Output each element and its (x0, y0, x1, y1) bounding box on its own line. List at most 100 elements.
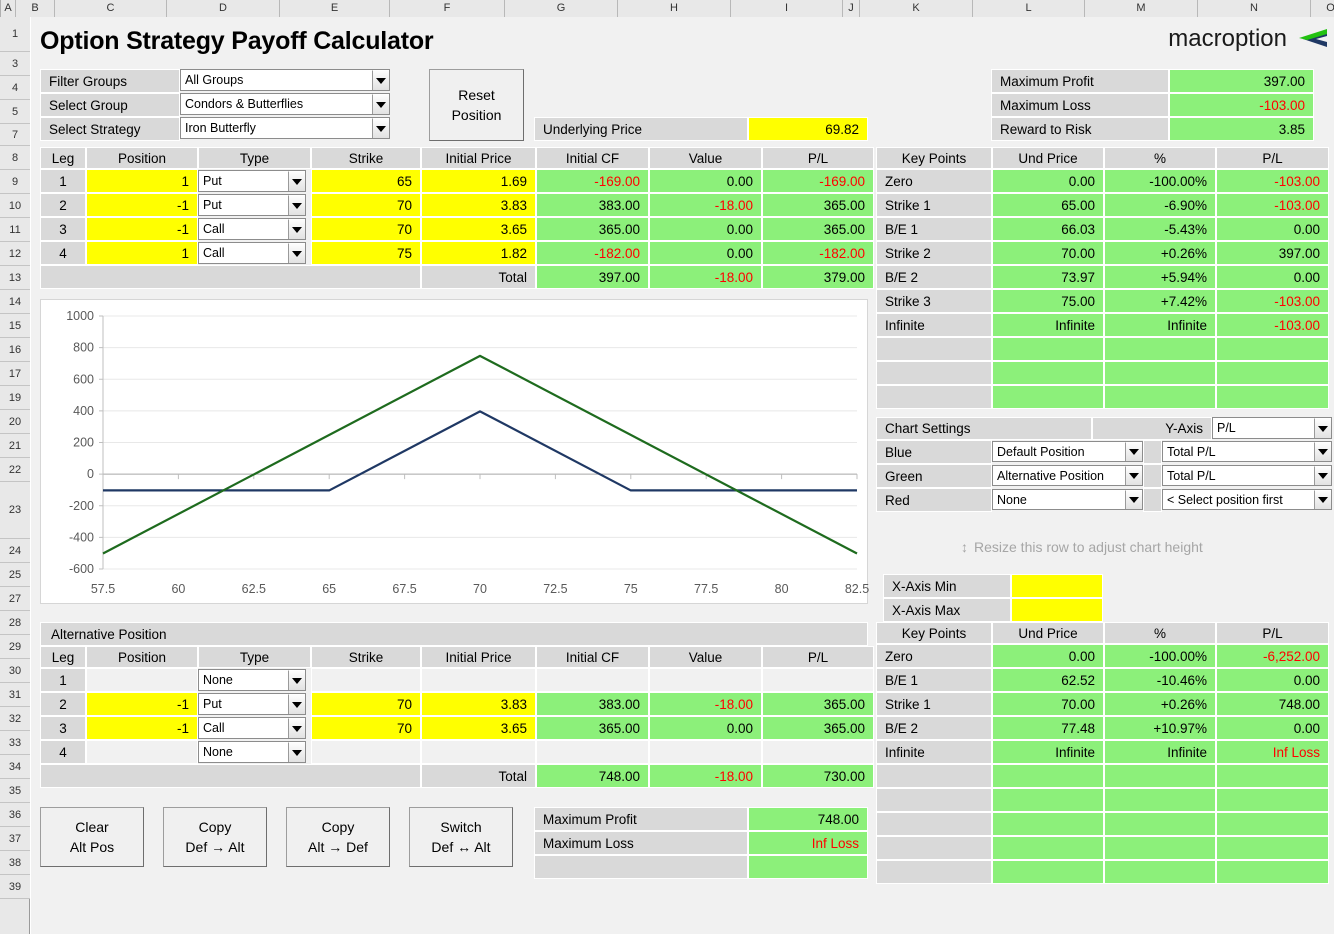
chevron-down-icon[interactable] (1125, 466, 1142, 485)
chevron-down-icon[interactable] (288, 219, 305, 239)
chevron-down-icon[interactable] (1125, 490, 1142, 509)
row-header-25[interactable]: 25 (0, 563, 30, 587)
position-row-0-type-dropdown[interactable]: Put (198, 170, 306, 192)
position-row-3-type-dropdown[interactable]: Call (198, 242, 306, 264)
action-button-1[interactable]: Copy Def → Alt (163, 807, 267, 867)
alt-position-row-0-type-dropdown[interactable]: None (198, 669, 306, 691)
position-row-1-initial-price[interactable]: 3.83 (421, 193, 536, 217)
chevron-down-icon[interactable] (288, 742, 305, 762)
column-header-e[interactable]: E (280, 0, 390, 17)
row-header-16[interactable]: 16 (0, 338, 30, 362)
row-header-22[interactable]: 22 (0, 458, 30, 482)
row-header-21[interactable]: 21 (0, 434, 30, 458)
position-row-0-strike[interactable]: 65 (311, 169, 421, 193)
y-axis-dropdown[interactable]: P/L (1212, 417, 1332, 439)
position-row-0-initial-price[interactable]: 1.69 (421, 169, 536, 193)
alt-position-row-1-initial-price[interactable]: 3.83 (421, 692, 536, 716)
action-button-0[interactable]: Clear Alt Pos (40, 807, 144, 867)
row-header-13[interactable]: 13 (0, 266, 30, 290)
position-row-1-strike[interactable]: 70 (311, 193, 421, 217)
alt-position-row-1-strike[interactable]: 70 (311, 692, 421, 716)
column-header-b[interactable]: B (16, 0, 55, 17)
payoff-chart[interactable]: -600 -400 -200 0 200 400 600 800 1000 57.5 60 62.5 6… (40, 299, 869, 604)
row-header-30[interactable]: 30 (0, 659, 30, 683)
select-all-corner[interactable] (0, 0, 1, 17)
position-row-0-position[interactable]: 1 (86, 169, 198, 193)
position-row-3-initial-price[interactable]: 1.82 (421, 241, 536, 265)
action-button-3[interactable]: Switch Def ↔ Alt (409, 807, 513, 867)
row-header-38[interactable]: 38 (0, 851, 30, 875)
chart-settings-position-dropdown-1[interactable]: Alternative Position (992, 465, 1143, 486)
column-header-f[interactable]: F (390, 0, 505, 17)
alt-position-row-2-position[interactable]: -1 (86, 716, 198, 740)
row-header-1[interactable]: 1 (0, 17, 30, 52)
chevron-down-icon[interactable] (1314, 490, 1331, 509)
chevron-down-icon[interactable] (288, 171, 305, 191)
row-header-4[interactable]: 4 (0, 76, 30, 100)
alt-position-row-3-type-dropdown[interactable]: None (198, 741, 306, 763)
position-row-2-strike[interactable]: 70 (311, 217, 421, 241)
action-button-2[interactable]: Copy Alt → Def (286, 807, 390, 867)
row-header-27[interactable]: 27 (0, 587, 30, 611)
alt-position-row-1-position[interactable]: -1 (86, 692, 198, 716)
column-header-o[interactable]: O (1311, 0, 1334, 17)
alt-position-row-2-type-dropdown[interactable]: Call (198, 717, 306, 739)
alt-position-row-0-strike[interactable] (311, 668, 421, 692)
row-header-28[interactable]: 28 (0, 611, 30, 635)
row-header-7[interactable]: 7 (0, 124, 30, 146)
column-header-n[interactable]: N (1198, 0, 1311, 17)
row-header-35[interactable]: 35 (0, 779, 30, 803)
x-axis-max-input[interactable] (1011, 598, 1103, 622)
chevron-down-icon[interactable] (288, 718, 305, 738)
chart-settings-series-dropdown-2[interactable]: < Select position first (1162, 489, 1332, 510)
chart-settings-position-dropdown-2[interactable]: None (992, 489, 1143, 510)
row-header-39[interactable]: 39 (0, 875, 30, 899)
chevron-down-icon[interactable] (1314, 466, 1331, 485)
row-header-33[interactable]: 33 (0, 731, 30, 755)
position-row-2-type-dropdown[interactable]: Call (198, 218, 306, 240)
row-header-24[interactable]: 24 (0, 539, 30, 563)
alt-position-row-3-position[interactable] (86, 740, 198, 764)
row-header-36[interactable]: 36 (0, 803, 30, 827)
underlying-price-input[interactable]: 69.82 (748, 117, 868, 141)
column-header-l[interactable]: L (973, 0, 1085, 17)
position-row-2-position[interactable]: -1 (86, 217, 198, 241)
chevron-down-icon[interactable] (1314, 418, 1331, 438)
row-header-17[interactable]: 17 (0, 362, 30, 386)
alt-position-row-0-initial-price[interactable] (421, 668, 536, 692)
alt-position-row-3-initial-price[interactable] (421, 740, 536, 764)
row-header-19[interactable]: 19 (0, 386, 30, 410)
filter-groups-dropdown[interactable]: All Groups (180, 69, 390, 91)
column-header-g[interactable]: G (505, 0, 618, 17)
chevron-down-icon[interactable] (288, 243, 305, 263)
position-row-3-position[interactable]: 1 (86, 241, 198, 265)
alt-position-row-0-position[interactable] (86, 668, 198, 692)
row-header-5[interactable]: 5 (0, 100, 30, 124)
row-header-9[interactable]: 9 (0, 170, 30, 194)
chevron-down-icon[interactable] (372, 94, 389, 114)
chevron-down-icon[interactable] (372, 70, 389, 90)
chevron-down-icon[interactable] (1125, 442, 1142, 461)
chart-settings-series-dropdown-0[interactable]: Total P/L (1162, 441, 1332, 462)
row-header-11[interactable]: 11 (0, 218, 30, 242)
alt-position-row-3-strike[interactable] (311, 740, 421, 764)
chart-settings-position-dropdown-0[interactable]: Default Position (992, 441, 1143, 462)
row-header-31[interactable]: 31 (0, 683, 30, 707)
column-header-i[interactable]: I (731, 0, 843, 17)
row-header-29[interactable]: 29 (0, 635, 30, 659)
column-header-j[interactable]: J (843, 0, 860, 17)
row-header-34[interactable]: 34 (0, 755, 30, 779)
chart-settings-series-dropdown-1[interactable]: Total P/L (1162, 465, 1332, 486)
row-header-8[interactable]: 8 (0, 146, 30, 170)
position-row-3-strike[interactable]: 75 (311, 241, 421, 265)
select-group-dropdown[interactable]: Condors & Butterflies (180, 93, 390, 115)
chevron-down-icon[interactable] (288, 670, 305, 690)
chevron-down-icon[interactable] (288, 195, 305, 215)
alt-position-row-2-strike[interactable]: 70 (311, 716, 421, 740)
position-row-2-initial-price[interactable]: 3.65 (421, 217, 536, 241)
select-strategy-dropdown[interactable]: Iron Butterfly (180, 117, 390, 139)
row-header-3[interactable]: 3 (0, 52, 30, 76)
reset-position-button[interactable]: Reset Position (429, 69, 524, 141)
row-header-37[interactable]: 37 (0, 827, 30, 851)
column-header-h[interactable]: H (618, 0, 731, 17)
